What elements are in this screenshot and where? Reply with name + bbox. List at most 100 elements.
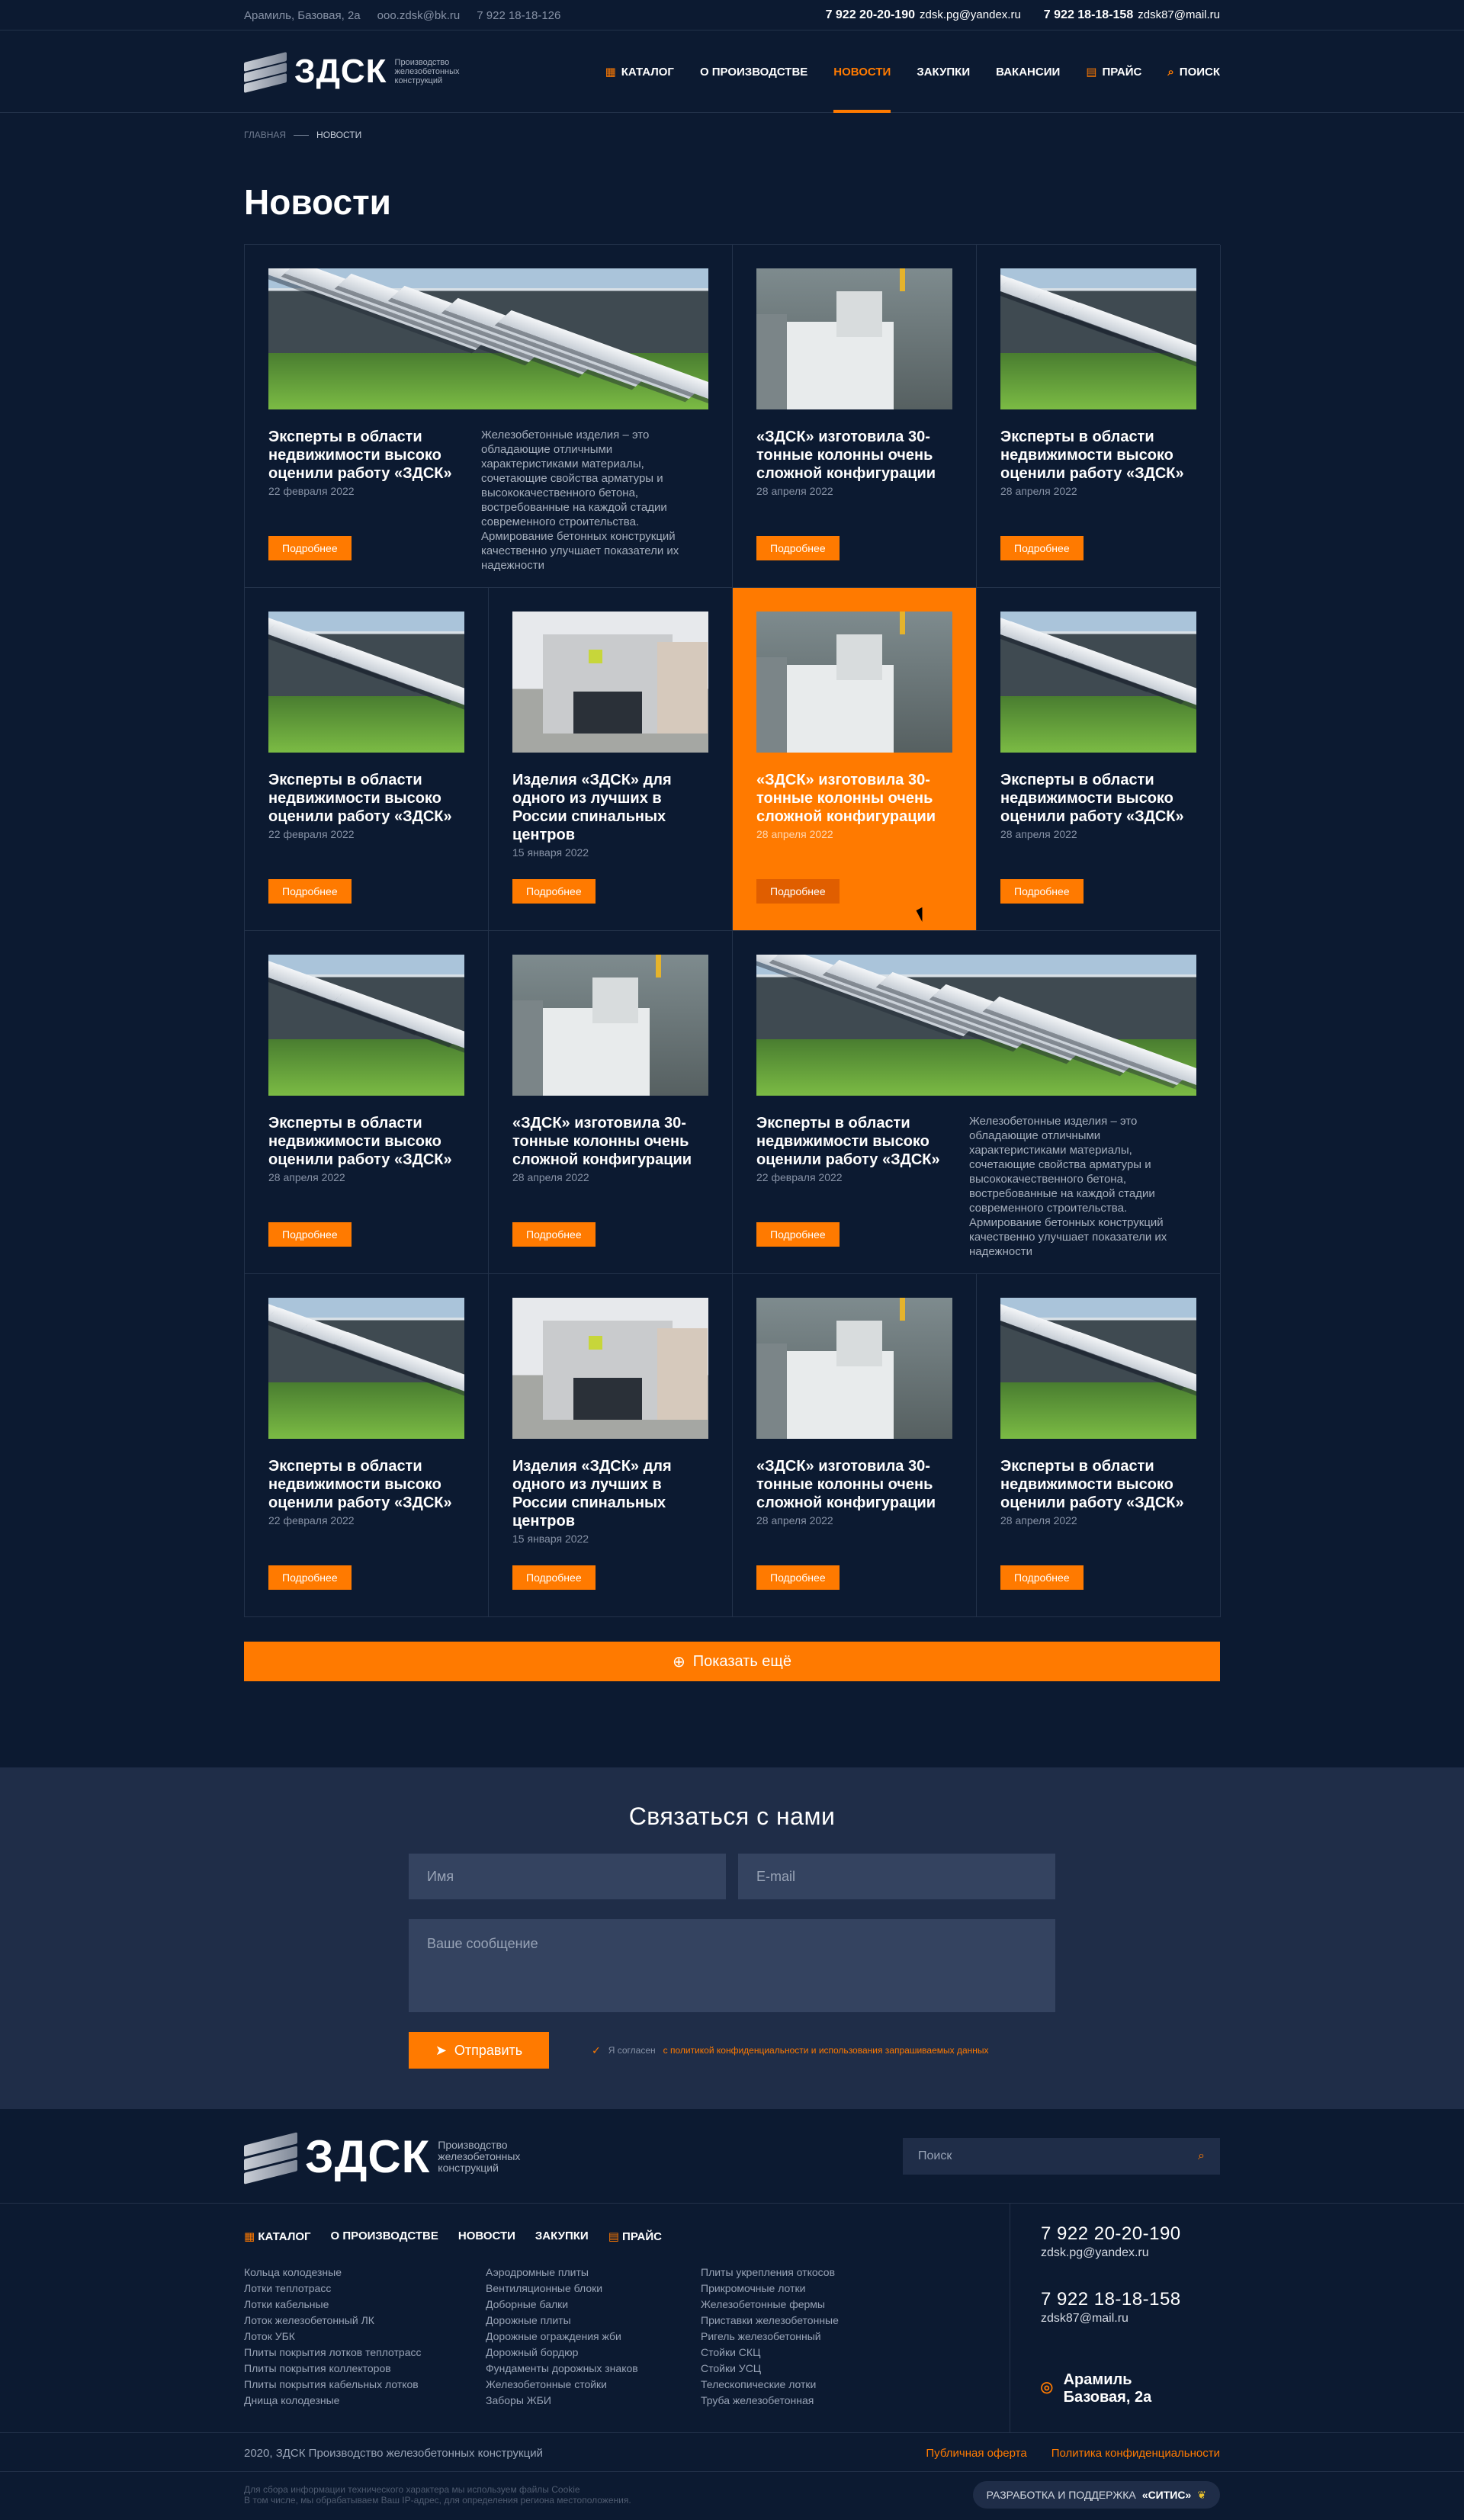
news-card[interactable]: Эксперты в области недвижимости высоко о… [977,1274,1221,1617]
read-more-button[interactable]: Подробнее [512,879,596,904]
nav-production[interactable]: О производстве [700,30,807,113]
privacy-policy-link[interactable]: Политика конфиденциальности [1051,2447,1220,2460]
footer-catalog-link[interactable]: Прикромочные лотки [701,2281,839,2297]
news-image[interactable] [268,955,464,1096]
footer-catalog-link[interactable]: Фундаменты дорожных знаков [486,2361,638,2377]
news-title[interactable]: Эксперты в области недвижимости высоко о… [1000,428,1191,483]
read-more-button[interactable]: Подробнее [1000,879,1084,904]
footer-catalog-link[interactable]: Вентиляционные блоки [486,2281,638,2297]
footer-catalog-link[interactable]: Железобетонные стойки [486,2377,638,2393]
read-more-button[interactable]: Подробнее [756,879,840,904]
footer-phone-1[interactable]: 7 922 20-20-190 [1041,2223,1220,2245]
footer-logo[interactable]: ЗДСК Производство железобетонных констру… [244,2130,544,2185]
top-phone-1[interactable]: 7 922 20-20-190 [826,8,915,21]
footer-catalog-link[interactable]: Заборы ЖБИ [486,2393,638,2409]
public-offer-link[interactable]: Публичная оферта [926,2447,1026,2460]
footer-catalog-link[interactable]: Кольца колодезные [244,2265,421,2281]
footer-catalog-link[interactable]: Стойки УСЦ [701,2361,839,2377]
message-textarea[interactable]: Ваше сообщение [409,1919,1055,2012]
news-card[interactable]: Изделия «ЗДСК» для одного из лучших в Ро… [489,1274,733,1617]
news-card[interactable]: Эксперты в области недвижимости высоко о… [245,1274,489,1617]
footer-catalog-link[interactable]: Приставки железобетонные [701,2313,839,2329]
news-title[interactable]: Эксперты в области недвижимости высоко о… [268,428,459,483]
footer-catalog-link[interactable]: Труба железобетонная [701,2393,839,2409]
footer-catalog-link[interactable]: Лотки теплотрасс [244,2281,421,2297]
footer-catalog-link[interactable]: Дорожные плиты [486,2313,638,2329]
top-phone-small[interactable]: 7 922 18-18-126 [477,9,560,22]
news-card[interactable]: «ЗДСК» изготовила 30-тонные колонны очен… [733,1274,977,1617]
read-more-button[interactable]: Подробнее [756,536,840,560]
footer-search-input[interactable]: Поиск ⌕ [903,2138,1220,2175]
news-title[interactable]: «ЗДСК» изготовила 30-тонные колонны очен… [512,1114,703,1169]
news-image[interactable] [756,612,952,753]
top-email[interactable]: ooo.zdsk@bk.ru [377,9,461,22]
news-card[interactable]: «ЗДСК» изготовила 30-тонные колонны очен… [733,245,977,588]
news-card[interactable]: Изделия «ЗДСК» для одного из лучших в Ро… [489,588,733,931]
nav-purchases[interactable]: Закупки [917,30,970,113]
news-image[interactable] [268,612,464,753]
footer-catalog-link[interactable]: Плиты покрытия коллекторов [244,2361,421,2377]
load-more-button[interactable]: ⊕ Показать ещё [244,1642,1220,1681]
nav-catalog[interactable]: ▦ Каталог [605,30,674,113]
footer-nav-news[interactable]: Новости [458,2229,515,2243]
news-title[interactable]: «ЗДСК» изготовила 30-тонные колонны очен… [756,428,947,483]
footer-email-1[interactable]: zdsk.pg@yandex.ru [1041,2246,1220,2260]
read-more-button[interactable]: Подробнее [512,1565,596,1590]
footer-catalog-link[interactable]: Лоток железобетонный ЛК [244,2313,421,2329]
news-title[interactable]: Эксперты в области недвижимости высоко о… [268,1457,459,1512]
footer-catalog-link[interactable]: Плиты покрытия кабельных лотков [244,2377,421,2393]
nav-vacancies[interactable]: Вакансии [996,30,1060,113]
news-image[interactable] [512,1298,708,1439]
read-more-button[interactable]: Подробнее [1000,1565,1084,1590]
news-title[interactable]: Эксперты в области недвижимости высоко о… [1000,1457,1191,1512]
top-email-2[interactable]: zdsk.pg@yandex.ru [920,8,1021,21]
news-title[interactable]: Изделия «ЗДСК» для одного из лучших в Ро… [512,1457,703,1530]
send-button[interactable]: ➤ Отправить [409,2032,549,2069]
developer-badge[interactable]: Разработка и поддержка «СИТИС» ❦ [972,2481,1220,2509]
read-more-button[interactable]: Подробнее [512,1222,596,1247]
news-image[interactable] [756,268,952,409]
news-image[interactable] [756,955,1196,1096]
top-phone-2[interactable]: 7 922 18-18-158 [1044,8,1133,21]
read-more-button[interactable]: Подробнее [756,1222,840,1247]
agree-checkbox[interactable]: ✓ Я согласен с политикой конфиденциально… [592,2044,989,2057]
footer-catalog-link[interactable]: Доборные балки [486,2297,638,2313]
news-card[interactable]: Эксперты в области недвижимости высоко о… [245,931,489,1274]
logo[interactable]: ЗДСК Производство железобетонных констру… [244,51,479,93]
top-email-3[interactable]: zdsk87@mail.ru [1138,8,1220,21]
footer-catalog-link[interactable]: Дорожный бордюр [486,2345,638,2361]
breadcrumb-home[interactable]: Главная [244,130,286,140]
nav-news[interactable]: Новости [833,30,891,113]
nav-price[interactable]: ▤ Прайс [1086,30,1141,113]
read-more-button[interactable]: Подробнее [268,879,352,904]
footer-catalog-link[interactable]: Ригель железобетонный [701,2329,839,2345]
footer-catalog-link[interactable]: Стойки СКЦ [701,2345,839,2361]
news-image[interactable] [756,1298,952,1439]
news-title[interactable]: Эксперты в области недвижимости высоко о… [268,1114,459,1169]
footer-catalog-link[interactable]: Телескопические лотки [701,2377,839,2393]
footer-catalog-link[interactable]: Железобетонные фермы [701,2297,839,2313]
privacy-link[interactable]: с политикой конфиденциальности и использ… [663,2045,989,2056]
footer-catalog-link[interactable]: Плиты укрепления откосов [701,2265,839,2281]
email-input[interactable]: E-mail [738,1854,1055,1899]
name-input[interactable]: Имя [409,1854,726,1899]
footer-nav-price[interactable]: ▤ Прайс [608,2229,662,2243]
footer-catalog-link[interactable]: Дорожные ограждения жби [486,2329,638,2345]
news-image[interactable] [268,1298,464,1439]
footer-nav-catalog[interactable]: ▦ Каталог [244,2229,311,2243]
footer-nav-production[interactable]: О производстве [331,2229,438,2243]
news-title[interactable]: Изделия «ЗДСК» для одного из лучших в Ро… [512,771,703,844]
footer-catalog-link[interactable]: Плиты покрытия лотков теплотрасс [244,2345,421,2361]
news-card[interactable]: Эксперты в области недвижимости высоко о… [977,588,1221,931]
news-card[interactable]: Эксперты в области недвижимости высоко о… [245,588,489,931]
news-title[interactable]: «ЗДСК» изготовила 30-тонные колонны очен… [756,771,947,826]
read-more-button[interactable]: Подробнее [268,1565,352,1590]
read-more-button[interactable]: Подробнее [268,536,352,560]
read-more-button[interactable]: Подробнее [1000,536,1084,560]
footer-catalog-link[interactable]: Днища колодезные [244,2393,421,2409]
news-card[interactable]: «ЗДСК» изготовила 30-тонные колонны очен… [733,588,977,931]
footer-nav-purchases[interactable]: Закупки [535,2229,589,2243]
search-icon[interactable]: ⌕ [1198,2149,1205,2163]
news-image[interactable] [512,955,708,1096]
news-card[interactable]: Эксперты в области недвижимости высоко о… [733,931,1221,1274]
